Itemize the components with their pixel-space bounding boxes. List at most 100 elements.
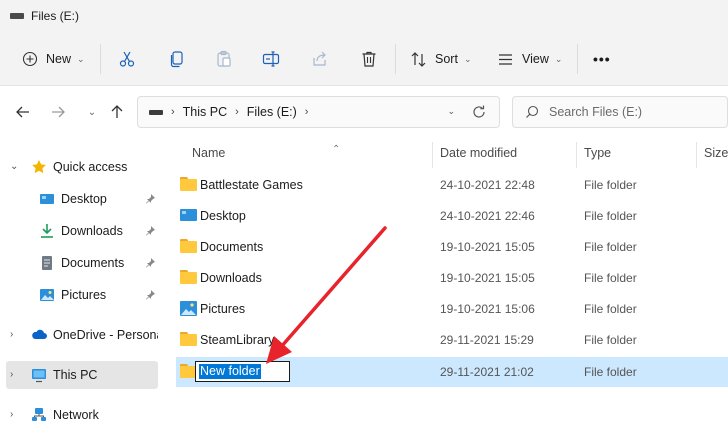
cut-button[interactable] [118,42,136,76]
toolbar-divider [100,44,101,74]
file-name: Pictures [200,302,246,316]
chevron-right-icon: › [171,106,175,118]
back-button[interactable] [13,102,33,122]
file-date: 29-11-2021 15:29 [440,333,534,347]
chevron-right-icon[interactable]: › [10,369,13,380]
network-icon [32,408,46,421]
command-bar: New ⌄ Sort ⌄ View ⌄ ••• [0,34,728,86]
view-button[interactable]: View ⌄ [497,42,562,76]
drive-icon [10,13,24,19]
sidebar-item-downloads[interactable]: Downloads [6,217,158,245]
file-row[interactable]: Desktop 24-10-2021 22:46 File folder [176,201,728,231]
documents-icon [42,256,52,270]
rename-button[interactable] [262,42,280,76]
sidebar-item-label: Network [53,408,99,422]
sidebar-item-label: OneDrive - Personal [53,328,158,342]
copy-button[interactable] [168,42,186,76]
file-date: 24-10-2021 22:48 [440,178,535,192]
breadcrumb-files-e[interactable]: Files (E:) [247,105,297,119]
navigation-pane: ⌄ Quick access Desktop Downloads Documen… [0,138,165,438]
search-icon [526,105,539,118]
pin-icon[interactable] [145,257,156,268]
downloads-icon [41,224,53,238]
file-name: Desktop [200,209,246,223]
file-row[interactable]: Downloads 19-10-2021 15:05 File folder [176,263,728,293]
file-date: 19-10-2021 15:05 [440,271,535,285]
chevron-right-icon: › [304,106,309,118]
new-button[interactable]: New ⌄ [22,42,85,76]
file-name: Downloads [200,271,262,285]
column-divider[interactable] [696,142,697,168]
file-type: File folder [584,365,637,379]
chevron-down-icon[interactable]: ⌄ [447,106,455,117]
sidebar-item-desktop[interactable]: Desktop [6,185,158,213]
toolbar-divider [577,44,578,74]
plus-circle-icon [22,51,38,67]
sort-button[interactable]: Sort ⌄ [410,42,471,76]
file-date: 19-10-2021 15:06 [440,302,535,316]
file-name: SteamLibrary [200,333,275,347]
arrow-right-icon [52,106,65,118]
sidebar-item-label: Quick access [53,160,128,174]
breadcrumb-this-pc[interactable]: This PC [183,105,227,119]
arrow-left-icon [16,106,29,118]
view-icon [499,53,512,65]
sidebar-item-network[interactable]: › Network [6,401,158,429]
arrow-up-icon [111,105,123,118]
recent-locations-button[interactable]: ⌄ [82,102,102,122]
view-label: View [522,52,549,66]
cloud-icon [32,329,47,339]
file-type: File folder [584,271,637,285]
forward-button[interactable] [48,102,68,122]
file-row[interactable]: SteamLibrary 29-11-2021 15:29 File folde… [176,325,728,355]
address-bar[interactable]: › This PC › Files (E:) › ⌄ [137,96,500,128]
column-header-name[interactable]: Name ⌃ [192,144,340,160]
folder-icon [180,332,197,347]
column-header-date-modified[interactable]: Date modified [440,146,517,160]
file-row[interactable]: Pictures 19-10-2021 15:06 File folder [176,294,728,324]
star-icon [32,160,46,174]
sort-ascending-icon: ⌃ [332,144,341,155]
pin-icon[interactable] [145,225,156,236]
window-title: Files (E:) [31,9,79,23]
file-row[interactable]: Battlestate Games 24-10-2021 22:48 File … [176,170,728,200]
refresh-icon[interactable] [471,104,487,120]
cut-icon [119,51,135,67]
pin-icon[interactable] [145,289,156,300]
sidebar-item-this-pc[interactable]: › This PC [6,361,158,389]
sidebar-item-label: Desktop [61,192,107,206]
toolbar-divider [395,44,396,74]
up-button[interactable] [107,102,127,122]
column-header-type[interactable]: Type [584,146,611,160]
file-name: Documents [200,240,264,254]
file-list: Name ⌃ Date modified Type Size Battlesta… [165,138,728,438]
file-type: File folder [584,178,637,192]
delete-button[interactable] [360,42,378,76]
file-date: 19-10-2021 15:05 [440,240,535,254]
sidebar-item-quick-access[interactable]: ⌄ Quick access [6,153,158,181]
chevron-down-icon: ⌄ [77,53,85,64]
file-row-selected[interactable]: New folder 29-11-2021 21:02 File folder [176,357,728,387]
title-bar: Files (E:) [0,0,728,34]
paste-button[interactable] [215,42,233,76]
new-label: New [46,52,72,66]
search-box[interactable]: Search Files (E:) [512,96,728,128]
pin-icon[interactable] [145,193,156,204]
file-row[interactable]: Documents 19-10-2021 15:05 File folder [176,232,728,262]
folder-icon [180,239,197,254]
folder-icon [180,270,197,285]
share-button[interactable] [311,42,329,76]
paste-icon [217,50,231,67]
column-divider[interactable] [576,142,577,168]
chevron-right-icon[interactable]: › [10,409,13,420]
column-header-size[interactable]: Size [704,146,728,160]
rename-input[interactable]: New folder [195,361,290,382]
more-options-button[interactable]: ••• [593,42,611,76]
column-divider[interactable] [432,142,433,168]
sidebar-item-pictures[interactable]: Pictures [6,281,158,309]
chevron-down-icon[interactable]: ⌄ [10,161,18,172]
sidebar-item-onedrive[interactable]: › OneDrive - Personal [6,321,158,349]
chevron-down-icon: ⌄ [554,53,563,64]
sidebar-item-documents[interactable]: Documents [6,249,158,277]
chevron-right-icon[interactable]: › [10,329,13,340]
